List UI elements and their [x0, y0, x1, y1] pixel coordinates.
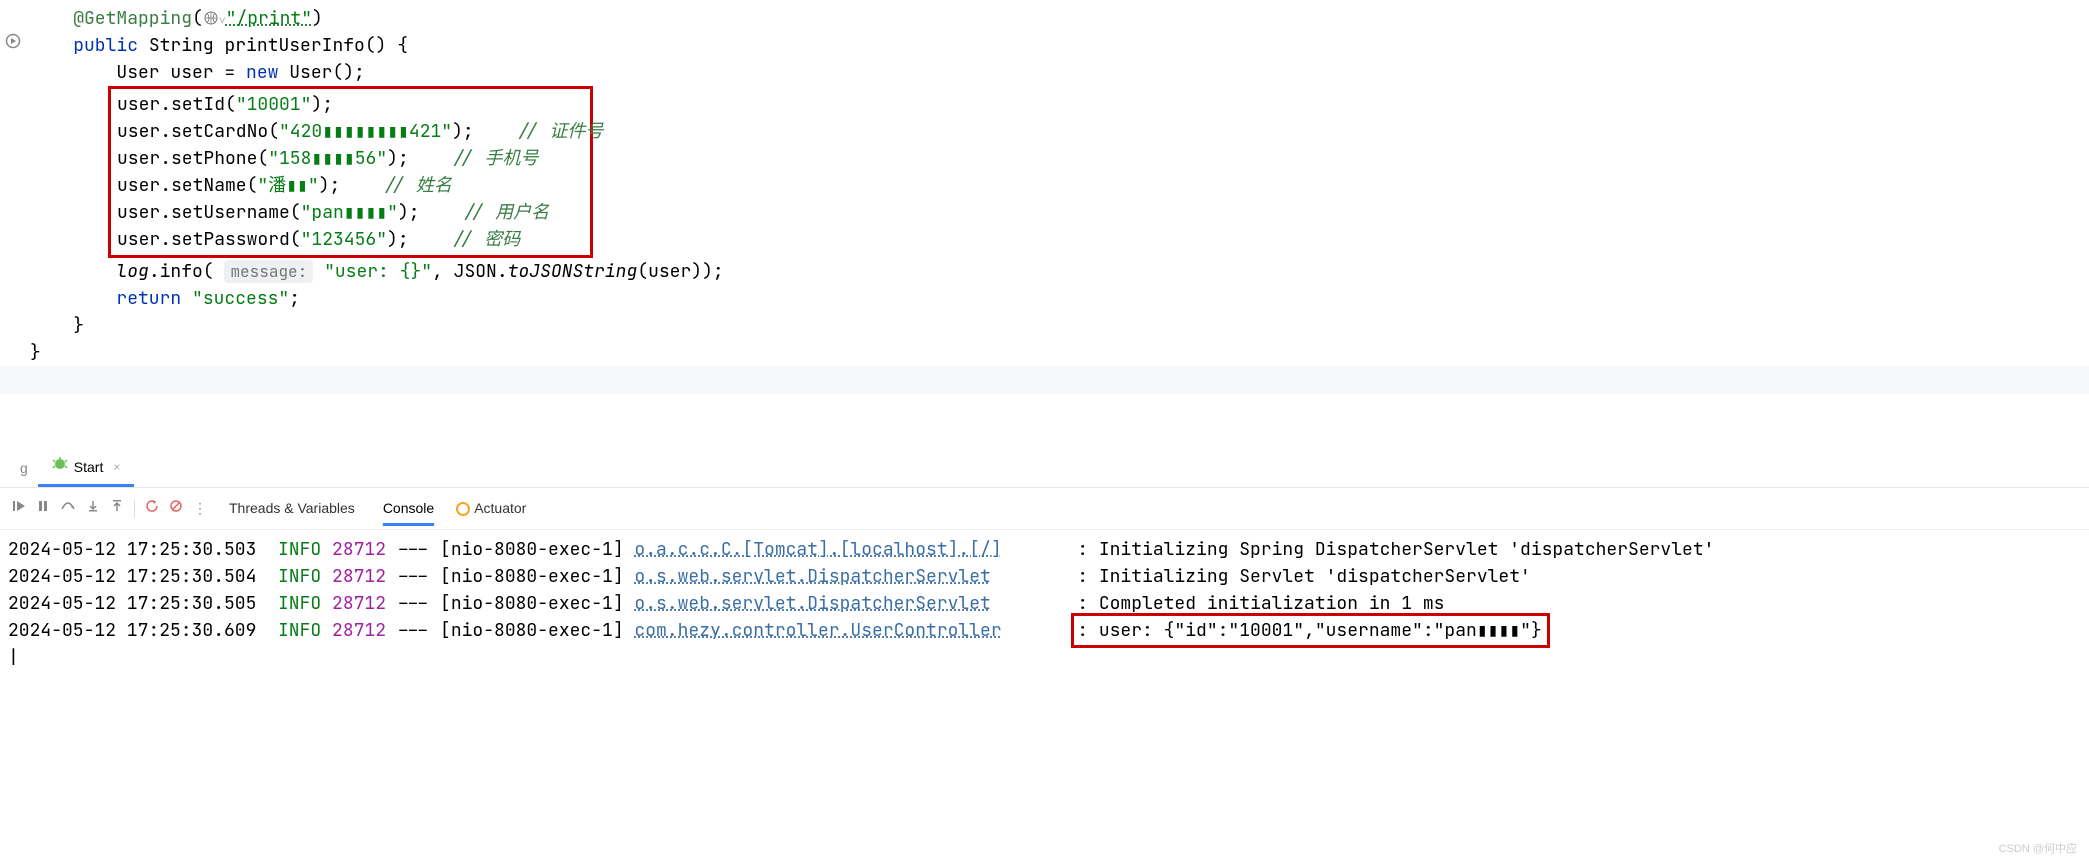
- tab-console[interactable]: Console: [377, 494, 440, 523]
- mute-breakpoints-icon[interactable]: [169, 498, 183, 519]
- step-out-icon[interactable]: [110, 498, 124, 519]
- tab-threads-variables[interactable]: Threads & Variables: [223, 494, 361, 523]
- more-icon[interactable]: ⋮: [193, 498, 207, 519]
- log-line: 2024-05-12 17:25:30.504 INFO 28712 --- […: [8, 563, 2081, 590]
- rerun-icon[interactable]: [145, 498, 159, 519]
- divider: [134, 500, 135, 518]
- code-line: log.info( message: "user: {}", JSON.toJS…: [0, 258, 2089, 285]
- editor-blank-band: [0, 366, 2089, 394]
- gutter-run-icon[interactable]: [5, 30, 21, 57]
- code-highlight-box: user.setId("10001"); user.setCardNo("420…: [108, 86, 593, 258]
- left-tab-fragment[interactable]: g: [10, 452, 38, 485]
- log-line: 2024-05-12 17:25:30.503 INFO 28712 --- […: [8, 536, 2081, 563]
- console-cursor: [8, 644, 2081, 671]
- run-config-tab[interactable]: Start ×: [38, 450, 135, 487]
- tab-actuator[interactable]: Actuator: [456, 498, 526, 519]
- console-output[interactable]: 2024-05-12 17:25:30.503 INFO 28712 --- […: [0, 530, 2089, 677]
- step-over-icon[interactable]: [60, 498, 76, 519]
- chevron-down-icon: ˅: [219, 12, 226, 28]
- code-line: }: [0, 312, 2089, 339]
- run-tab-label: Start: [74, 457, 104, 478]
- close-icon[interactable]: ×: [113, 458, 120, 476]
- param-hint: message:: [224, 260, 313, 283]
- pause-icon[interactable]: [36, 498, 50, 519]
- code-line: public String printUserInfo() {: [0, 32, 2089, 59]
- code-line: return "success";: [0, 285, 2089, 312]
- step-into-icon[interactable]: [86, 498, 100, 519]
- watermark: CSDN @何中应: [1999, 841, 2077, 858]
- log-line: 2024-05-12 17:25:30.505 INFO 28712 --- […: [8, 590, 2081, 617]
- code-line: User user = new User();: [0, 59, 2089, 86]
- code-editor[interactable]: @GetMapping(˅"/print") public String pri…: [0, 0, 2089, 414]
- bug-icon: [52, 456, 68, 478]
- route-path: "/print": [226, 7, 312, 30]
- log-line: 2024-05-12 17:25:30.609 INFO 28712 --- […: [8, 617, 2081, 644]
- debug-toolbar: ⋮ Threads & Variables Console Actuator: [0, 488, 2089, 530]
- code-line: @GetMapping(˅"/print"): [0, 5, 2089, 32]
- code-line: }: [0, 339, 2089, 366]
- annotation: @GetMapping: [73, 7, 192, 30]
- run-tabs-bar: g Start ×: [0, 444, 2089, 488]
- resume-icon[interactable]: [12, 498, 26, 519]
- globe-icon: [203, 7, 219, 23]
- actuator-icon: [456, 502, 470, 516]
